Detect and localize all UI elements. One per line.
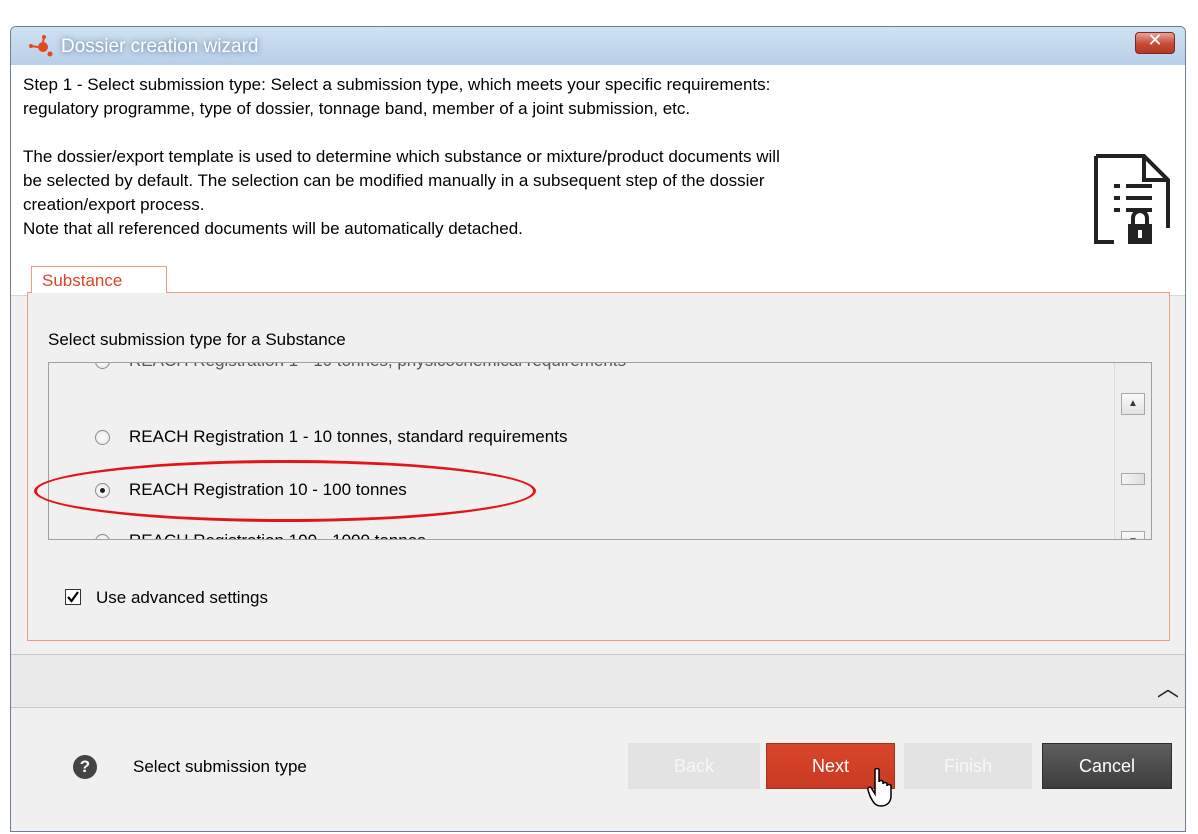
tab-label: Substance	[42, 271, 123, 290]
back-button[interactable]: Back	[628, 743, 760, 789]
list-scrollbar[interactable]: ▲ ▼	[1114, 363, 1151, 539]
checkmark-icon	[67, 591, 79, 603]
finish-button[interactable]: Finish	[904, 743, 1032, 789]
close-button[interactable]: ✕	[1135, 30, 1175, 54]
tab-substance[interactable]: Substance	[31, 266, 167, 295]
cancel-button[interactable]: Cancel	[1042, 743, 1172, 789]
next-button[interactable]: Next	[766, 743, 895, 789]
scroll-thumb[interactable]	[1121, 473, 1145, 485]
step-description: Step 1 - Select submission type: Select …	[23, 75, 771, 94]
help-icon[interactable]: ?	[73, 755, 97, 779]
window-title: Dossier creation wizard	[61, 36, 259, 57]
template-description: creation/export process.	[23, 195, 205, 214]
arrow-down-icon: ▼	[1122, 532, 1144, 539]
option-label: REACH Registration 100 - 1000 tonnes	[129, 531, 426, 539]
submission-type-label: Select submission type for a Substance	[48, 330, 346, 349]
collapsible-section[interactable]: ︿	[11, 654, 1185, 708]
arrow-up-icon: ▲	[1128, 398, 1138, 409]
radio-button[interactable]	[95, 430, 110, 445]
template-description: be selected by default. The selection ca…	[23, 171, 765, 190]
scroll-down-button[interactable]: ▼	[1121, 531, 1145, 539]
template-description: The dossier/export template is used to d…	[23, 147, 780, 166]
wizard-header: Step 1 - Select submission type: Select …	[11, 65, 1185, 296]
status-text: Select submission type	[133, 757, 307, 776]
app-logo-icon	[29, 35, 53, 57]
radio-button[interactable]	[95, 363, 110, 369]
close-icon: ✕	[1147, 30, 1163, 51]
locked-document-icon	[1094, 154, 1170, 244]
advanced-settings-checkbox[interactable]	[65, 589, 81, 605]
submission-type-list[interactable]: REACH Registration 1 - 10 tonnes, physic…	[48, 362, 1152, 540]
option-label: REACH Registration 10 - 100 tonnes	[129, 480, 407, 499]
option-label: REACH Registration 1 - 10 tonnes, physic…	[129, 363, 626, 371]
option-label: REACH Registration 1 - 10 tonnes, standa…	[129, 427, 568, 446]
note-text: Note that all referenced documents will …	[23, 219, 523, 238]
title-bar[interactable]: Dossier creation wizard ✕	[11, 27, 1185, 66]
radio-button[interactable]	[95, 483, 110, 498]
chevron-up-icon[interactable]: ︿	[1157, 671, 1179, 703]
step-description: regulatory programme, type of dossier, t…	[23, 99, 691, 118]
scroll-up-button[interactable]: ▲	[1121, 393, 1145, 415]
radio-button[interactable]	[95, 534, 110, 539]
advanced-settings-label: Use advanced settings	[96, 588, 268, 607]
